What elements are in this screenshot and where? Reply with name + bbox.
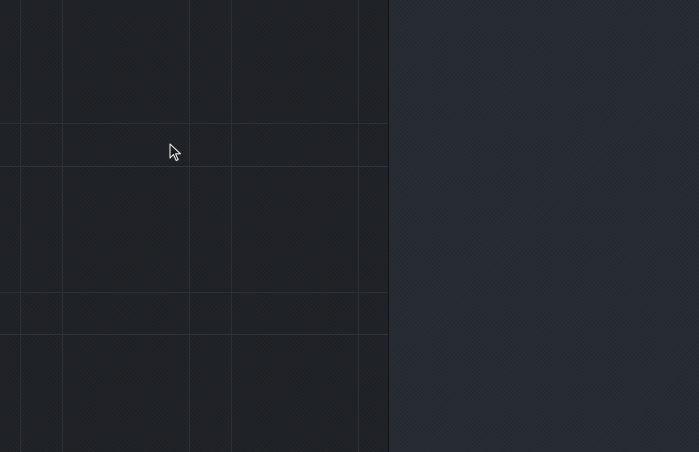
grid-line-vertical — [62, 0, 63, 452]
arrow-pointer-icon — [169, 143, 182, 162]
side-panel — [389, 0, 699, 452]
editor-window — [0, 0, 699, 452]
grid-line-vertical — [189, 0, 190, 452]
grid-line-horizontal — [0, 292, 388, 293]
grid-line-vertical — [358, 0, 359, 452]
grid-line-horizontal — [0, 334, 388, 335]
grid-line-vertical — [20, 0, 21, 452]
grid-canvas[interactable] — [0, 0, 388, 452]
grid-line-vertical — [231, 0, 232, 452]
grid-line-horizontal — [0, 166, 388, 167]
grid-line-horizontal — [0, 123, 388, 124]
